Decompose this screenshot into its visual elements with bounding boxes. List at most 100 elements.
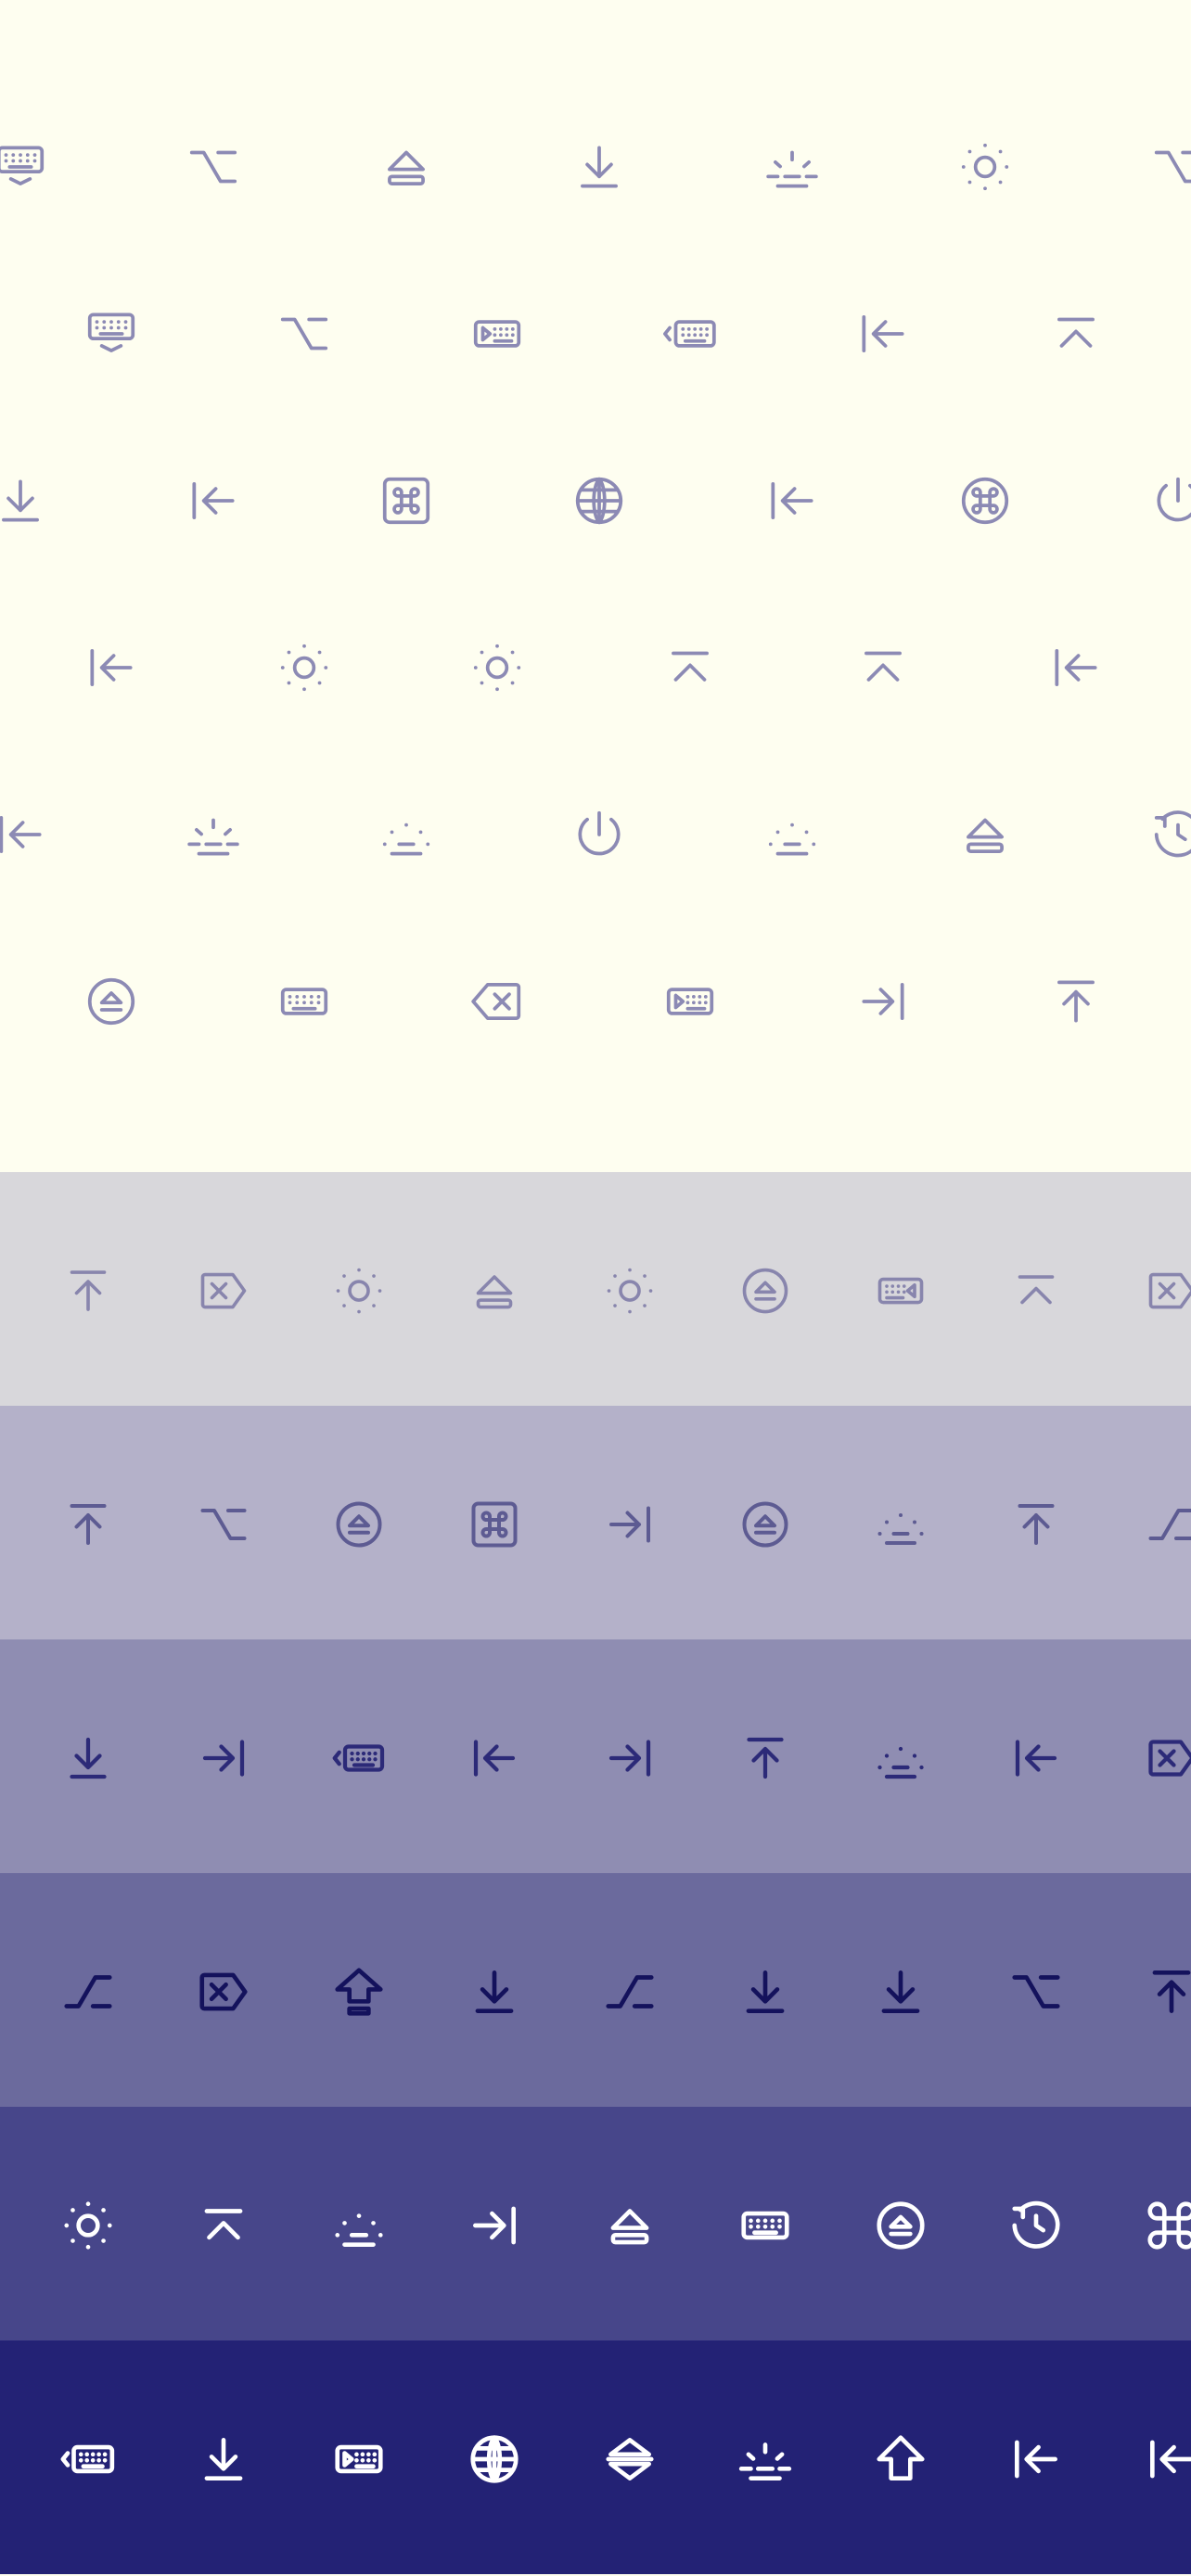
icon-showcase [0,0,1191,1172]
download-icon [881,1970,920,2013]
arrow-to-right-icon [202,1740,245,1777]
keyboard-back-icon [663,320,716,348]
eject-circle-icon [877,2201,925,2250]
eject-icon [476,1275,513,1309]
control-icon [606,1975,654,2009]
restart-icon [1012,2200,1060,2249]
eject-circle-icon [87,977,135,1026]
arrow-to-left-icon [771,482,813,519]
arrow-to-right-icon [609,1506,650,1543]
option-icon [280,317,328,351]
keyboard-back-right-icon [877,1277,924,1305]
clear-icon [200,1272,247,1309]
clear-icon [1148,1740,1191,1777]
sunrise-icon [738,2442,792,2480]
arrow-to-top-icon [747,1737,784,1779]
chevron-to-top-icon [1018,1275,1055,1305]
option-icon [200,1509,247,1540]
option-icon [189,150,237,184]
command-square-icon [471,1501,518,1548]
arrow-to-top-icon [70,1504,107,1545]
icon-gallery [0,0,1191,2576]
sunrise-icon [766,150,818,188]
globe-icon [575,477,623,525]
delete-icon [471,983,521,1020]
restart-icon [1154,810,1191,858]
arrow-to-top-icon [1057,980,1095,1023]
brightness-icon [607,1268,653,1314]
power-icon [1157,477,1191,522]
brightness-icon [473,644,521,692]
control-icon [64,1975,112,2009]
color-band [0,1873,1191,2107]
keyboard-play-icon [335,2444,383,2474]
arrow-to-left-icon [1015,2440,1057,2479]
eject-icon [967,818,1004,853]
arrow-to-right-icon [473,2206,516,2245]
color-band [0,2340,1191,2574]
keyboard-back-icon [60,2444,115,2474]
arrow-to-top-icon [1018,1504,1055,1545]
eject-circle-icon [336,1501,382,1548]
keyboard-hide-icon [87,312,135,352]
arrow-to-left-icon [862,315,904,352]
arrow-to-top-icon [1152,1970,1191,2013]
globe-icon [470,2435,519,2483]
download-icon [581,146,618,188]
shift-lock-icon [335,1968,383,2016]
eject-circle-icon [742,1501,788,1548]
dim-icon [877,1513,924,1545]
arrow-to-left-icon [473,1740,516,1777]
download-icon [204,2438,243,2480]
chevron-to-top-icon [672,651,709,682]
keyboard-icon [741,2211,789,2240]
dim-icon [877,1746,924,1779]
chevron-to-top-icon [864,651,902,682]
arrow-to-right-icon [862,983,904,1020]
shift-icon [877,2435,925,2480]
keyboard-play-icon [473,320,521,348]
keyboard-icon [280,988,328,1015]
color-band [0,2107,1191,2340]
dim-icon [768,823,816,856]
eject-icon [388,150,425,185]
color-band [0,1406,1191,1639]
color-band [0,1639,1191,1873]
dim-icon [335,2213,383,2247]
clear-icon [1148,1272,1191,1309]
download-icon [746,1970,785,2013]
dim-icon [382,823,430,856]
arrow-to-left-icon [0,816,42,853]
chevron-to-top-icon [1057,317,1095,348]
arrow-to-left-icon [90,649,133,686]
arrow-to-right-icon [608,1740,651,1777]
brightness-icon [336,1268,382,1314]
chevron-to-top-icon [204,2209,243,2240]
arrow-to-left-icon [1150,2440,1191,2479]
arrow-to-top-icon [70,1270,107,1311]
brightness-icon [961,143,1009,191]
command-square-icon [382,477,430,525]
command-icon [1147,2201,1191,2250]
option-icon [1012,1975,1060,2009]
download-icon [475,1970,514,2013]
brightness-icon [64,2201,112,2250]
download-icon [70,1737,107,1779]
keyboard-play-icon [666,988,714,1015]
sunrise-icon [187,818,239,856]
color-band [0,1172,1191,1406]
eject-circle-icon [742,1268,788,1314]
option-icon [1154,150,1191,184]
keyboard-back-icon [332,1744,385,1772]
download-icon [2,479,39,522]
brightness-icon [280,644,328,692]
eject-icon [610,2209,649,2245]
arrow-to-left-icon [1055,649,1097,686]
power-icon [578,810,621,856]
arrow-to-left-icon [192,482,235,519]
expand-icon [606,2438,654,2480]
control-icon [1148,1509,1191,1540]
arrow-to-left-icon [1015,1740,1057,1777]
command-circle-icon [961,477,1009,525]
keyboard-hide-icon [0,146,45,185]
